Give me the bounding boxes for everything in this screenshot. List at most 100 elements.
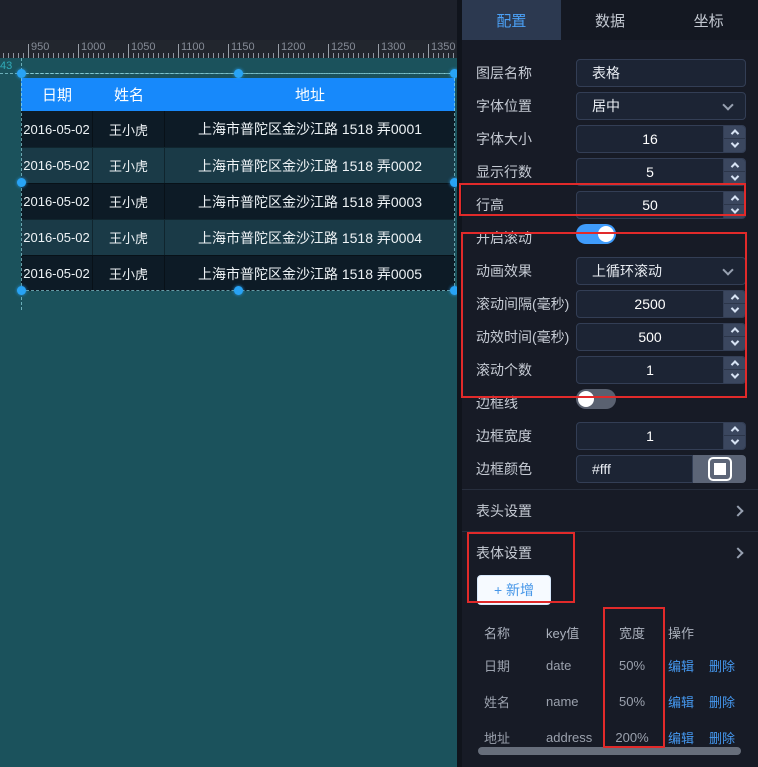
color-swatch-icon [708, 457, 732, 481]
ruler-tick [238, 53, 239, 58]
chevron-down-icon [722, 99, 733, 110]
ruler-edge-label: 43 [0, 60, 12, 72]
ruler-tick [268, 53, 269, 58]
ruler-tick [323, 53, 324, 58]
column-width: 200% [606, 730, 658, 745]
ruler-tick [413, 53, 414, 58]
font-size-stepper [723, 126, 745, 152]
edit-link[interactable]: 编辑 [668, 692, 694, 711]
tab-配置[interactable]: 配置 [462, 0, 561, 40]
ruler-tick [408, 53, 409, 58]
delete-link[interactable]: 删除 [709, 728, 735, 747]
scroll-interval-step-down[interactable] [724, 303, 745, 317]
field-row-border-width: 边框宽度1 [462, 419, 758, 452]
field-row-scroll-interval: 滚动间隔(毫秒)2500 [462, 287, 758, 320]
add-column-button[interactable]: + 新增 [477, 575, 551, 605]
animation-effect-select[interactable]: 上循环滚动 [576, 257, 746, 285]
edit-link[interactable]: 编辑 [668, 656, 694, 675]
border-color-input[interactable]: #fff [576, 455, 693, 483]
ruler-tick [218, 53, 219, 58]
toggle-knob [578, 391, 594, 407]
scroll-count-input[interactable]: 1 [576, 356, 746, 384]
section-body-settings[interactable]: 表体设置 [462, 536, 758, 569]
edit-link[interactable]: 编辑 [668, 728, 694, 747]
border-color-label: 边框颜色 [476, 459, 576, 479]
ruler-major-tick [28, 44, 29, 58]
ruler-tick-label: 1050 [131, 41, 155, 53]
section-divider [462, 489, 758, 490]
color-swatch-button[interactable] [693, 455, 746, 483]
tab-坐标[interactable]: 坐标 [659, 0, 758, 40]
border-line-toggle[interactable] [576, 389, 616, 409]
scroll-interval-input[interactable]: 2500 [576, 290, 746, 318]
ruler-tick [398, 53, 399, 58]
font-size-label: 字体大小 [476, 129, 576, 149]
scroll-interval-stepper [723, 291, 745, 317]
layer-name-label: 图层名称 [476, 63, 576, 83]
column-config-header: 名称key值宽度操作 [462, 617, 758, 647]
row-height-input[interactable]: 50 [576, 191, 746, 219]
layer-name-value: 表格 [592, 63, 620, 83]
tab-数据[interactable]: 数据 [561, 0, 660, 40]
column-actions: 编辑删除 [658, 692, 758, 711]
font-size-step-down[interactable] [724, 138, 745, 152]
display-rows-input[interactable]: 5 [576, 158, 746, 186]
table-widget-header-cell: 日期 [21, 78, 93, 111]
scroll-interval-value: 2500 [577, 296, 723, 312]
border-width-input[interactable]: 1 [576, 422, 746, 450]
table-widget[interactable]: 日期姓名地址2016-05-02王小虎上海市普陀区金沙江路 1518 弄0001… [21, 78, 455, 291]
ruler-tick [443, 53, 444, 58]
animation-time-label: 动效时间(毫秒) [476, 327, 576, 347]
scroll-interval-step-up[interactable] [724, 291, 745, 304]
column-key: name [546, 694, 606, 709]
ruler-tick [363, 53, 364, 58]
panel-content: 图层名称表格字体位置居中字体大小16显示行数5行高50开启滚动动画效果上循环滚动… [462, 40, 758, 755]
border-width-step-down[interactable] [724, 435, 745, 449]
animation-time-input[interactable]: 500 [576, 323, 746, 351]
ruler-tick-label: 1350 [431, 41, 455, 53]
display-rows-step-down[interactable] [724, 171, 745, 185]
row-height-step-down[interactable] [724, 204, 745, 218]
table-widget-row: 2016-05-02王小虎上海市普陀区金沙江路 1518 弄0004 [21, 219, 455, 255]
column-name: 日期 [484, 656, 546, 675]
font-size-input[interactable]: 16 [576, 125, 746, 153]
font-size-step-up[interactable] [724, 126, 745, 139]
ruler-tick [123, 53, 124, 58]
horizontal-scrollbar[interactable] [478, 747, 741, 755]
ruler-tick [108, 53, 109, 58]
section-header-settings[interactable]: 表头设置 [462, 494, 758, 527]
ruler-tick [448, 53, 449, 58]
row-height-step-up[interactable] [724, 192, 745, 205]
scroll-enabled-toggle[interactable] [576, 224, 616, 244]
chevron-down-icon [722, 264, 733, 275]
body-settings-label: 表体设置 [476, 543, 532, 563]
canvas-viewport[interactable]: 95010001050110011501200125013001350 43 日… [0, 0, 457, 767]
row-height-stepper [723, 192, 745, 218]
scroll-count-step-up[interactable] [724, 357, 745, 370]
ruler-tick [48, 53, 49, 58]
animation-time-step-up[interactable] [724, 324, 745, 337]
delete-link[interactable]: 删除 [709, 656, 735, 675]
display-rows-step-up[interactable] [724, 159, 745, 172]
panel-tabbar: 配置数据坐标 [462, 0, 758, 40]
animation-time-control: 500 [576, 323, 746, 351]
border-width-step-up[interactable] [724, 423, 745, 436]
field-row-border-line: 边框线 [462, 386, 758, 419]
ruler-tick [103, 53, 104, 58]
table-widget-header-cell: 姓名 [93, 78, 165, 111]
ruler-tick [143, 53, 144, 58]
border-line-label: 边框线 [476, 393, 576, 413]
delete-link[interactable]: 删除 [709, 692, 735, 711]
table-widget-header: 日期姓名地址 [21, 78, 455, 111]
ruler-tick [298, 53, 299, 58]
display-rows-stepper [723, 159, 745, 185]
scroll-count-step-down[interactable] [724, 369, 745, 383]
font-position-select[interactable]: 居中 [576, 92, 746, 120]
ruler-tick [338, 53, 339, 58]
table-widget-cell: 2016-05-02 [21, 184, 93, 219]
table-widget-header-cell: 地址 [165, 78, 455, 111]
chevron-down-icon [730, 140, 738, 148]
animation-time-step-down[interactable] [724, 336, 745, 350]
layer-name-input[interactable]: 表格 [576, 59, 746, 87]
column-header-0: 名称 [484, 623, 546, 642]
